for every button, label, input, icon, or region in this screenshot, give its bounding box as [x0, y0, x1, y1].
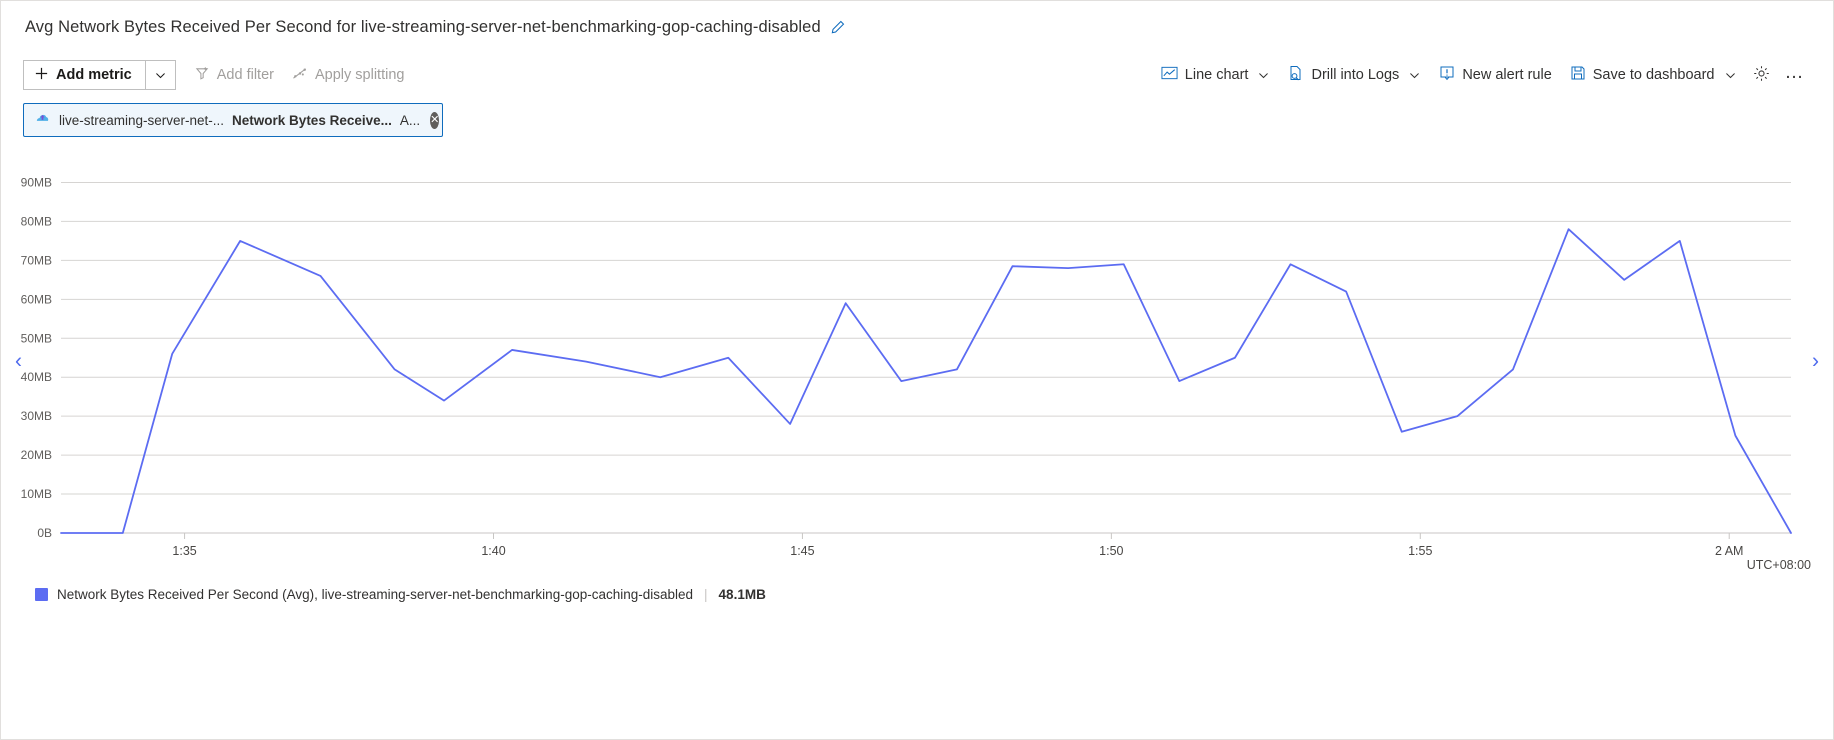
legend-label: Network Bytes Received Per Second (Avg),… — [57, 587, 694, 602]
new-alert-rule-label: New alert rule — [1462, 67, 1552, 83]
y-axis-tick-label: 20MB — [21, 448, 52, 462]
add-metric-button[interactable]: Add metric — [23, 60, 145, 90]
timezone-label: UTC+08:00 — [1746, 558, 1811, 572]
metrics-chart-panel: Avg Network Bytes Received Per Second fo… — [0, 0, 1834, 740]
y-axis-tick-label: 40MB — [21, 370, 52, 384]
x-axis-tick-label: 1:45 — [790, 544, 814, 558]
chart-legend: Network Bytes Received Per Second (Avg),… — [1, 571, 1833, 602]
y-axis-tick-label: 80MB — [21, 214, 52, 228]
apply-splitting-button[interactable]: Apply splitting — [283, 59, 413, 91]
legend-value: 48.1MB — [718, 587, 766, 602]
resource-icon — [34, 110, 51, 130]
chart-type-label: Line chart — [1184, 67, 1249, 83]
pan-left-button[interactable]: ‹ — [15, 351, 22, 372]
chevron-down-icon — [1408, 69, 1421, 82]
metric-chip-metric: Network Bytes Receive... — [232, 112, 392, 128]
series-line[interactable] — [60, 228, 1792, 534]
y-axis-tick-label: 60MB — [21, 292, 52, 306]
splitting-icon — [292, 66, 308, 85]
chart-type-button[interactable]: Line chart — [1152, 59, 1280, 91]
x-axis-tick-label: 1:40 — [481, 544, 505, 558]
apply-splitting-label: Apply splitting — [314, 67, 405, 83]
y-axis-tick-label: 0B — [37, 526, 52, 540]
save-to-dashboard-button[interactable]: Save to dashboard — [1561, 59, 1746, 91]
close-icon[interactable]: ✕ — [430, 111, 440, 129]
y-axis-tick-label: 90MB — [21, 175, 52, 189]
metric-chip-row: live-streaming-server-net-... Network By… — [1, 97, 1833, 137]
x-axis-tick-label: 1:55 — [1408, 544, 1432, 558]
new-alert-rule-button[interactable]: New alert rule — [1430, 59, 1560, 91]
y-axis-tick-label: 30MB — [21, 409, 52, 423]
alert-bell-icon — [1439, 65, 1455, 85]
save-to-dashboard-label: Save to dashboard — [1592, 67, 1715, 83]
chevron-down-icon — [1724, 69, 1737, 82]
filter-icon — [195, 66, 210, 85]
add-filter-button[interactable]: Add filter — [186, 59, 283, 91]
y-axis-tick-label: 70MB — [21, 253, 52, 267]
y-axis-tick-label: 50MB — [21, 331, 52, 345]
x-axis-tick-label: 1:35 — [172, 544, 196, 558]
page-title: Avg Network Bytes Received Per Second fo… — [25, 17, 821, 36]
y-axis-tick-label: 10MB — [21, 487, 52, 501]
pan-right-button[interactable]: › — [1812, 351, 1819, 372]
pencil-icon[interactable] — [830, 20, 845, 35]
x-axis-tick-label: 1:50 — [1099, 544, 1123, 558]
plus-icon — [34, 66, 49, 85]
toolbar-left-group: Add metric Add filter Apply splitting — [23, 59, 413, 91]
x-axis-tick-label: 2 AM — [1715, 544, 1744, 558]
chevron-down-icon — [1257, 69, 1270, 82]
more-options-button[interactable]: … — [1777, 63, 1814, 88]
add-metric-label: Add metric — [56, 67, 132, 83]
settings-button[interactable] — [1746, 59, 1777, 91]
save-disk-icon — [1570, 65, 1586, 85]
drill-into-logs-button[interactable]: Drill into Logs — [1279, 59, 1430, 91]
legend-separator: | — [704, 587, 708, 602]
chart-toolbar: Add metric Add filter Apply splitting Li… — [1, 53, 1833, 97]
add-metric-group: Add metric — [23, 60, 176, 90]
metric-chip-scope: live-streaming-server-net-... — [59, 112, 225, 128]
toolbar-right-group: Line chart Drill into Logs New alert rul… — [1152, 59, 1813, 91]
legend-swatch — [35, 588, 48, 601]
drill-into-logs-label: Drill into Logs — [1311, 67, 1400, 83]
metric-chip-aggregation: A... — [399, 112, 421, 128]
gear-icon — [1753, 65, 1770, 86]
metric-chip[interactable]: live-streaming-server-net-... Network By… — [23, 103, 443, 137]
line-chart-icon — [1161, 65, 1178, 85]
add-metric-dropdown-button[interactable] — [144, 60, 176, 90]
logs-icon — [1288, 65, 1304, 85]
chevron-down-icon — [155, 72, 165, 78]
add-filter-label: Add filter — [216, 67, 274, 83]
metrics-line-chart[interactable]: 0B 10MB 20MB 30MB 40MB 50MB 60MB 70MB 80MB 90MB 1:… — [1, 151, 1834, 571]
chart-area: 0B 10MB 20MB 30MB 40MB 50MB 60MB 70MB 80MB 90MB 1:… — [1, 151, 1834, 572]
chart-title-row: Avg Network Bytes Received Per Second fo… — [1, 1, 1833, 53]
